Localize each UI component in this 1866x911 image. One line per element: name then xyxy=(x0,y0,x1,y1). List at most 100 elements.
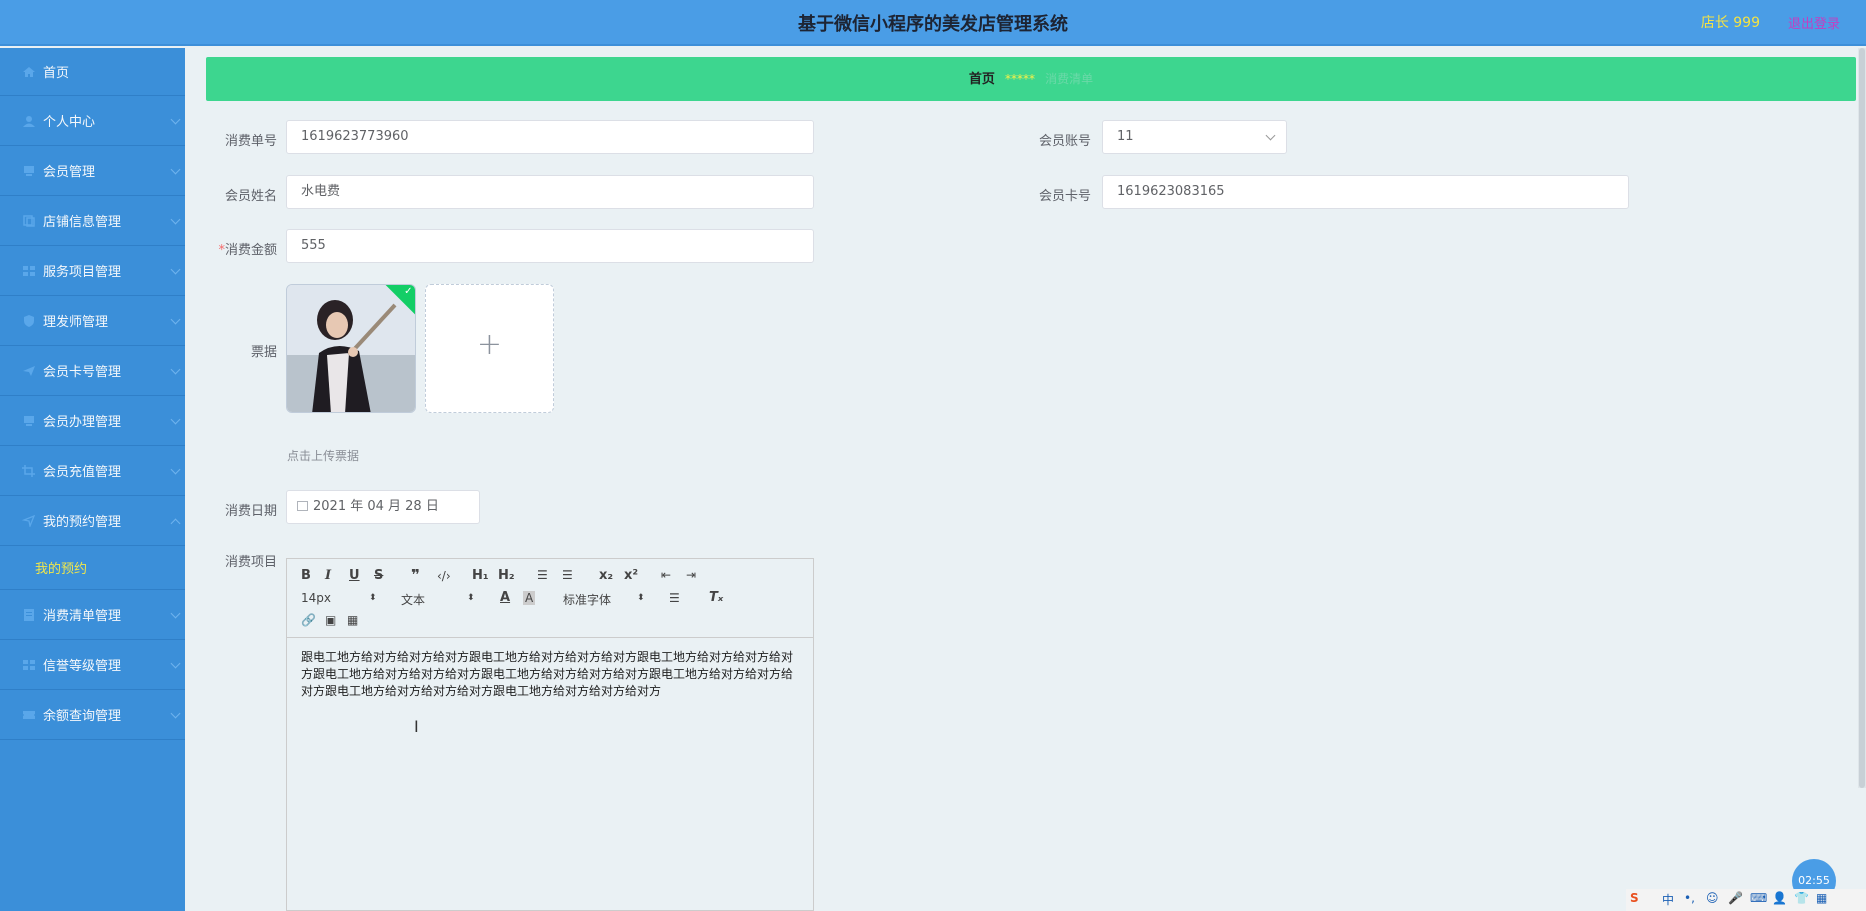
menu-grid-icon[interactable]: ▦ xyxy=(1816,891,1827,905)
editor-content[interactable]: 跟电工地方给对方给对方给对方跟电工地方给对方给对方给对方跟电工地方给对方给对方给… xyxy=(287,638,813,711)
sidebar-item-label: 我的预约管理 xyxy=(43,515,122,530)
outdent-icon[interactable]: ⇤ xyxy=(661,568,671,582)
sidebar-item-services[interactable]: 服务项目管理 xyxy=(0,246,185,296)
chevron-down-icon xyxy=(1265,130,1276,141)
text-style-value: 文本 xyxy=(401,593,426,607)
chevron-down-icon xyxy=(170,658,181,669)
calendar-icon xyxy=(297,501,308,511)
sidebar-subitem-my-appointments[interactable]: 我的预约 xyxy=(0,546,185,590)
member-name-input[interactable]: 水电费 xyxy=(286,175,814,209)
sidebar-item-label: 店铺信息管理 xyxy=(43,215,122,230)
upload-hint: 点击上传票据 xyxy=(287,449,360,463)
sidebar-item-member-handle[interactable]: 会员办理管理 xyxy=(0,396,185,446)
ordered-list-icon[interactable]: ☰ xyxy=(537,568,548,582)
user-icon[interactable]: 👤 xyxy=(1772,891,1787,905)
amount-label-text: 消费金额 xyxy=(224,243,277,258)
sidebar-item-credit-level[interactable]: 信誉等级管理 xyxy=(0,640,185,690)
updown-icon: ⬍ xyxy=(637,593,645,603)
member-account-select[interactable]: 11 xyxy=(1102,120,1287,154)
location-icon xyxy=(22,514,36,527)
microphone-icon[interactable]: 🎤 xyxy=(1728,891,1743,905)
italic-icon[interactable]: I xyxy=(325,568,331,583)
sidebar-item-barbers[interactable]: 理发师管理 xyxy=(0,296,185,346)
punctuation-icon[interactable]: •, xyxy=(1684,891,1695,905)
sidebar-item-consumption[interactable]: 消费清单管理 xyxy=(0,590,185,640)
background-color-icon[interactable]: A xyxy=(523,591,536,605)
skin-icon[interactable]: 👕 xyxy=(1794,891,1809,905)
plus-icon: + xyxy=(476,327,503,362)
sidebar-item-profile[interactable]: 个人中心 xyxy=(0,96,185,146)
sidebar-item-label: 会员办理管理 xyxy=(43,415,122,430)
subscript-icon[interactable]: x₂ xyxy=(599,568,613,583)
app-title: 基于微信小程序的美发店管理系统 xyxy=(798,14,1068,35)
grid-icon xyxy=(23,265,35,276)
date-picker[interactable]: 2021 年 04 月 28 日 xyxy=(286,490,480,524)
member-card-input[interactable]: 1619623083165 xyxy=(1102,175,1629,209)
bullet-list-icon[interactable]: ☰ xyxy=(562,568,573,582)
sidebar-item-home[interactable]: 首页 xyxy=(0,48,185,96)
check-icon: ✓ xyxy=(404,285,413,297)
image-icon[interactable]: ▣ xyxy=(325,613,336,627)
video-icon[interactable]: ▦ xyxy=(347,613,358,627)
ime-mode[interactable]: 中 xyxy=(1662,891,1674,908)
chevron-down-icon xyxy=(170,164,181,175)
page-scrollbar[interactable] xyxy=(1858,48,1866,788)
breadcrumb-current: 消费清单 xyxy=(1045,72,1094,86)
monitor-icon xyxy=(24,165,34,176)
text-style-picker[interactable]: 文本 ⬍ xyxy=(401,591,481,608)
superscript-icon[interactable]: x² xyxy=(624,568,638,583)
sidebar-item-shop-info[interactable]: 店铺信息管理 xyxy=(0,196,185,246)
clear-format-icon[interactable]: Tₓ xyxy=(709,590,723,605)
heading1-icon[interactable]: H₁ xyxy=(472,568,489,583)
receipt-photo xyxy=(287,285,415,412)
chevron-down-icon xyxy=(170,608,181,619)
blockquote-icon[interactable]: ❞ xyxy=(411,566,420,584)
scrollbar-thumb[interactable] xyxy=(1859,48,1865,788)
sidebar-item-label: 首页 xyxy=(43,66,70,81)
sidebar-item-label: 服务项目管理 xyxy=(43,265,122,280)
breadcrumb-home[interactable]: 首页 xyxy=(969,72,995,87)
strikethrough-icon[interactable]: S xyxy=(374,568,383,583)
member-name-label: 会员姓名 xyxy=(224,189,277,204)
chevron-down-icon xyxy=(170,414,181,425)
items-label: 消费项目 xyxy=(224,555,277,570)
chevron-down-icon xyxy=(170,464,181,475)
chevron-down-icon xyxy=(170,314,181,325)
font-family-picker[interactable]: 标准字体 ⬍ xyxy=(563,591,653,608)
heading2-icon[interactable]: H₂ xyxy=(498,568,515,583)
sidebar-item-label: 个人中心 xyxy=(43,115,96,130)
chevron-down-icon xyxy=(170,364,181,375)
sidebar-item-appointments[interactable]: 我的预约管理 xyxy=(0,496,185,546)
sidebar-item-recharge[interactable]: 会员充值管理 xyxy=(0,446,185,496)
bold-icon[interactable]: B xyxy=(301,568,311,583)
code-block-icon[interactable]: ‹/› xyxy=(437,569,451,583)
send-icon xyxy=(23,365,35,376)
amount-input[interactable]: 555 xyxy=(286,229,814,263)
order-no-input[interactable]: 1619623773960 xyxy=(286,120,814,154)
emoji-icon[interactable]: ☺ xyxy=(1706,891,1719,905)
sidebar-item-member-cards[interactable]: 会员卡号管理 xyxy=(0,346,185,396)
indent-icon[interactable]: ⇥ xyxy=(686,568,696,582)
sidebar-item-balance[interactable]: 余额查询管理 xyxy=(0,690,185,740)
receipt-thumbnail[interactable]: ✓ xyxy=(286,284,416,413)
font-size-picker[interactable]: 14px ⬍ xyxy=(301,591,381,605)
sidebar-item-members[interactable]: 会员管理 xyxy=(0,146,185,196)
link-icon[interactable]: 🔗 xyxy=(301,613,316,627)
underline-icon[interactable]: U xyxy=(349,568,360,583)
updown-icon: ⬍ xyxy=(369,593,377,603)
keyboard-icon[interactable]: ⌨ xyxy=(1750,891,1767,905)
member-account-label: 会员账号 xyxy=(1038,134,1091,149)
ime-logo-icon[interactable]: S xyxy=(1630,891,1639,905)
chevron-down-icon xyxy=(170,264,181,275)
font-color-icon[interactable]: A xyxy=(500,590,510,605)
home-icon xyxy=(23,66,35,77)
logout-link[interactable]: 退出登录 xyxy=(1788,13,1840,32)
align-icon[interactable]: ☰ xyxy=(669,591,680,605)
date-value: 2021 年 04 月 28 日 xyxy=(313,499,439,514)
add-receipt-button[interactable]: + xyxy=(425,284,554,413)
font-family-value: 标准字体 xyxy=(563,593,612,607)
chevron-down-icon xyxy=(170,214,181,225)
current-user: 店长 999 xyxy=(1700,15,1760,31)
editor-toolbar: B I U S ❞ ‹/› H₁ H₂ ☰ ☰ x₂ x² ⇤ ⇥ 14px ⬍ … xyxy=(287,559,813,638)
shield-icon xyxy=(24,314,34,327)
